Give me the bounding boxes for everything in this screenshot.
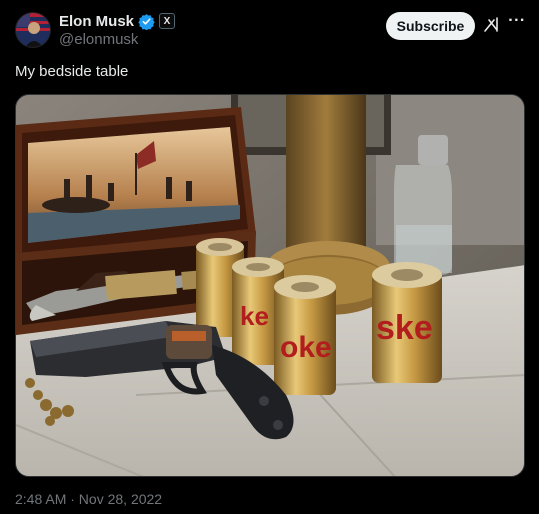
- avatar-image: [16, 13, 50, 47]
- svg-text:ke: ke: [240, 301, 269, 331]
- grok-icon[interactable]: [482, 16, 500, 34]
- tweet-header: Elon Musk X @elonmusk Subscribe ···: [0, 0, 539, 58]
- tweet-timestamp[interactable]: 2:48 AM · Nov 28, 2022: [15, 491, 162, 507]
- subscribe-button[interactable]: Subscribe: [386, 12, 475, 40]
- verified-badge-icon: [138, 13, 155, 30]
- x-affiliation-badge[interactable]: X: [159, 13, 176, 29]
- tweet-text: My bedside table: [15, 63, 129, 80]
- svg-text:oke: oke: [280, 331, 332, 364]
- author-name[interactable]: Elon Musk: [59, 13, 134, 30]
- tweet-photo[interactable]: ke oke ske: [15, 94, 525, 477]
- more-icon[interactable]: ···: [506, 12, 528, 36]
- name-row: Elon Musk X: [59, 12, 176, 30]
- author-handle[interactable]: @elonmusk: [59, 31, 138, 48]
- svg-text:ske: ske: [376, 309, 433, 347]
- photo-scene: ke oke ske: [16, 95, 524, 476]
- avatar[interactable]: [15, 12, 51, 48]
